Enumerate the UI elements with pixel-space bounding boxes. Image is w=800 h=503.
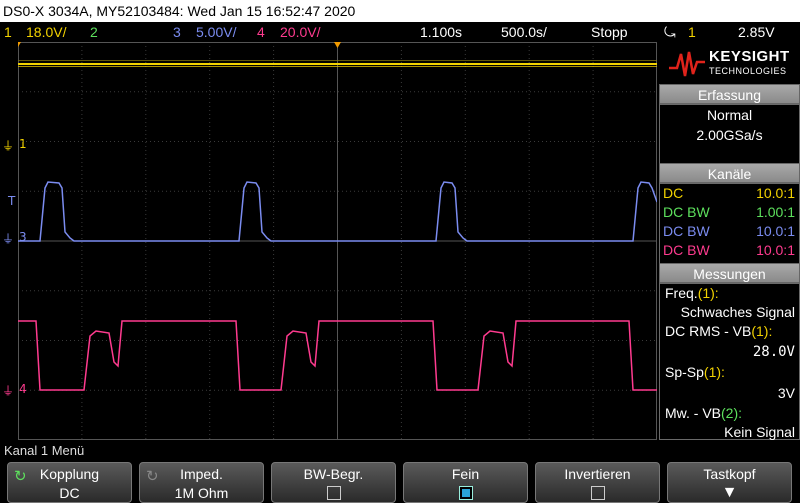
ch4-ground-icon: ⏚ <box>2 384 15 398</box>
title-bar: DS0-X 3034A, MY52103484: Wed Jan 15 16:5… <box>0 0 800 22</box>
ch3-ground-icon: ⏚ <box>2 232 15 246</box>
erfassung-box: Normal 2.00GSa/s <box>659 104 800 166</box>
channel-settings-bar: 1 18.0V/ 2 3 5.00V/ 4 20.0V/ 1.100s 500.… <box>0 22 800 42</box>
softkey-tastkopf-label: Tastkopf <box>703 466 756 482</box>
kanaele-box: DC 10.0:1 DC BW 1.00:1 DC BW 10.0:1 DC B… <box>659 183 800 265</box>
softkey-bw-begr[interactable]: BW-Begr. <box>271 462 396 503</box>
meas4-label: Mw. - VB(2): <box>665 405 743 421</box>
softkey-imped-label: Imped. <box>180 466 223 482</box>
logo-sub: TECHNOLOGIES <box>709 66 787 76</box>
menu-title: Kanal 1 Menü <box>4 443 85 458</box>
waveform-svg <box>18 42 657 440</box>
softkey-kopplung[interactable]: ↻ Kopplung DC <box>7 462 132 503</box>
ch2-coupling: DC BW <box>663 204 710 220</box>
trigger-edge-icon: ⤿ <box>664 24 676 40</box>
softkey-invertieren-label: Invertieren <box>564 466 631 482</box>
ch1-number[interactable]: 1 <box>4 22 12 42</box>
run-state[interactable]: Stopp <box>591 22 628 42</box>
meas4-value: Kein Signal <box>724 424 795 440</box>
meas2-label: DC RMS - VB(1): <box>665 323 773 339</box>
softkey-fein-label: Fein <box>451 466 480 482</box>
ch1-coupling: DC <box>663 185 684 201</box>
bw-checkbox[interactable] <box>326 486 341 500</box>
softkey-bw-label: BW-Begr. <box>303 466 364 482</box>
ch2-number[interactable]: 2 <box>90 22 98 42</box>
softkey-kopplung-label: Kopplung <box>39 466 100 482</box>
ch4-coupling: DC BW <box>663 242 710 258</box>
ch3-scale[interactable]: 5.00V/ <box>196 22 236 42</box>
meas2-value: 28.0V <box>752 344 795 360</box>
softkey-kopplung-value: DC <box>59 485 80 501</box>
kanaele-header[interactable]: Kanäle <box>659 163 800 183</box>
title-text: DS0-X 3034A, MY52103484: Wed Jan 15 16:5… <box>3 3 356 19</box>
time-scale[interactable]: 500.0s/ <box>501 22 547 42</box>
fein-checkbox[interactable] <box>458 486 473 500</box>
ch4-probe: 10.0:1 <box>756 242 795 258</box>
time-reference-marker <box>334 42 341 48</box>
softkey-imped-value: 1M Ohm <box>174 485 229 501</box>
time-delay[interactable]: 1.100s <box>420 22 462 42</box>
ch1-probe: 10.0:1 <box>756 185 795 201</box>
logo-brand: KEYSIGHT <box>709 48 790 65</box>
ch3-probe: 10.0:1 <box>756 223 795 239</box>
right-panel: KEYSIGHT TECHNOLOGIES Erfassung Normal 2… <box>659 42 800 440</box>
softkey-invertieren[interactable]: Invertieren <box>535 462 660 503</box>
acq-mode: Normal <box>706 107 753 123</box>
waveform-display[interactable] <box>18 42 657 440</box>
softkey-fein[interactable]: Fein <box>403 462 528 503</box>
keysight-logo: KEYSIGHT TECHNOLOGIES <box>659 42 800 84</box>
acq-rate: 2.00GSa/s <box>696 127 763 143</box>
ch4-scale[interactable]: 20.0V/ <box>280 22 320 42</box>
meas1-value: Schwaches Signal <box>680 304 795 320</box>
invertieren-checkbox[interactable] <box>590 486 605 500</box>
trigger-source[interactable]: 1 <box>688 22 696 42</box>
meas1-label: Freq.(1): <box>665 285 719 301</box>
submenu-arrow-icon: ▼ <box>721 484 738 501</box>
softkey-imped[interactable]: ↻ Imped. 1M Ohm <box>139 462 264 503</box>
ch1-ground-icon: ⏚ <box>2 139 15 153</box>
ch1-scale[interactable]: 18.0V/ <box>26 22 66 42</box>
messungen-box: Freq.(1): Schwaches Signal DC RMS - VB(1… <box>659 283 800 440</box>
meas3-label: Sp-Sp(1): <box>665 364 725 380</box>
trigger-level[interactable]: 2.85V <box>738 22 775 42</box>
ch2-probe: 1.00:1 <box>756 204 795 220</box>
ch4-number[interactable]: 4 <box>257 22 265 42</box>
meas3-value: 3V <box>777 385 795 401</box>
messungen-header[interactable]: Messungen <box>659 263 800 283</box>
ch3-coupling: DC BW <box>663 223 710 239</box>
keysight-wave-icon <box>669 51 705 77</box>
ch3-number[interactable]: 3 <box>173 22 181 42</box>
softkey-tastkopf[interactable]: Tastkopf ▼ <box>667 462 792 503</box>
erfassung-header[interactable]: Erfassung <box>659 84 800 104</box>
ch3-trigger-marker: T <box>8 194 16 208</box>
